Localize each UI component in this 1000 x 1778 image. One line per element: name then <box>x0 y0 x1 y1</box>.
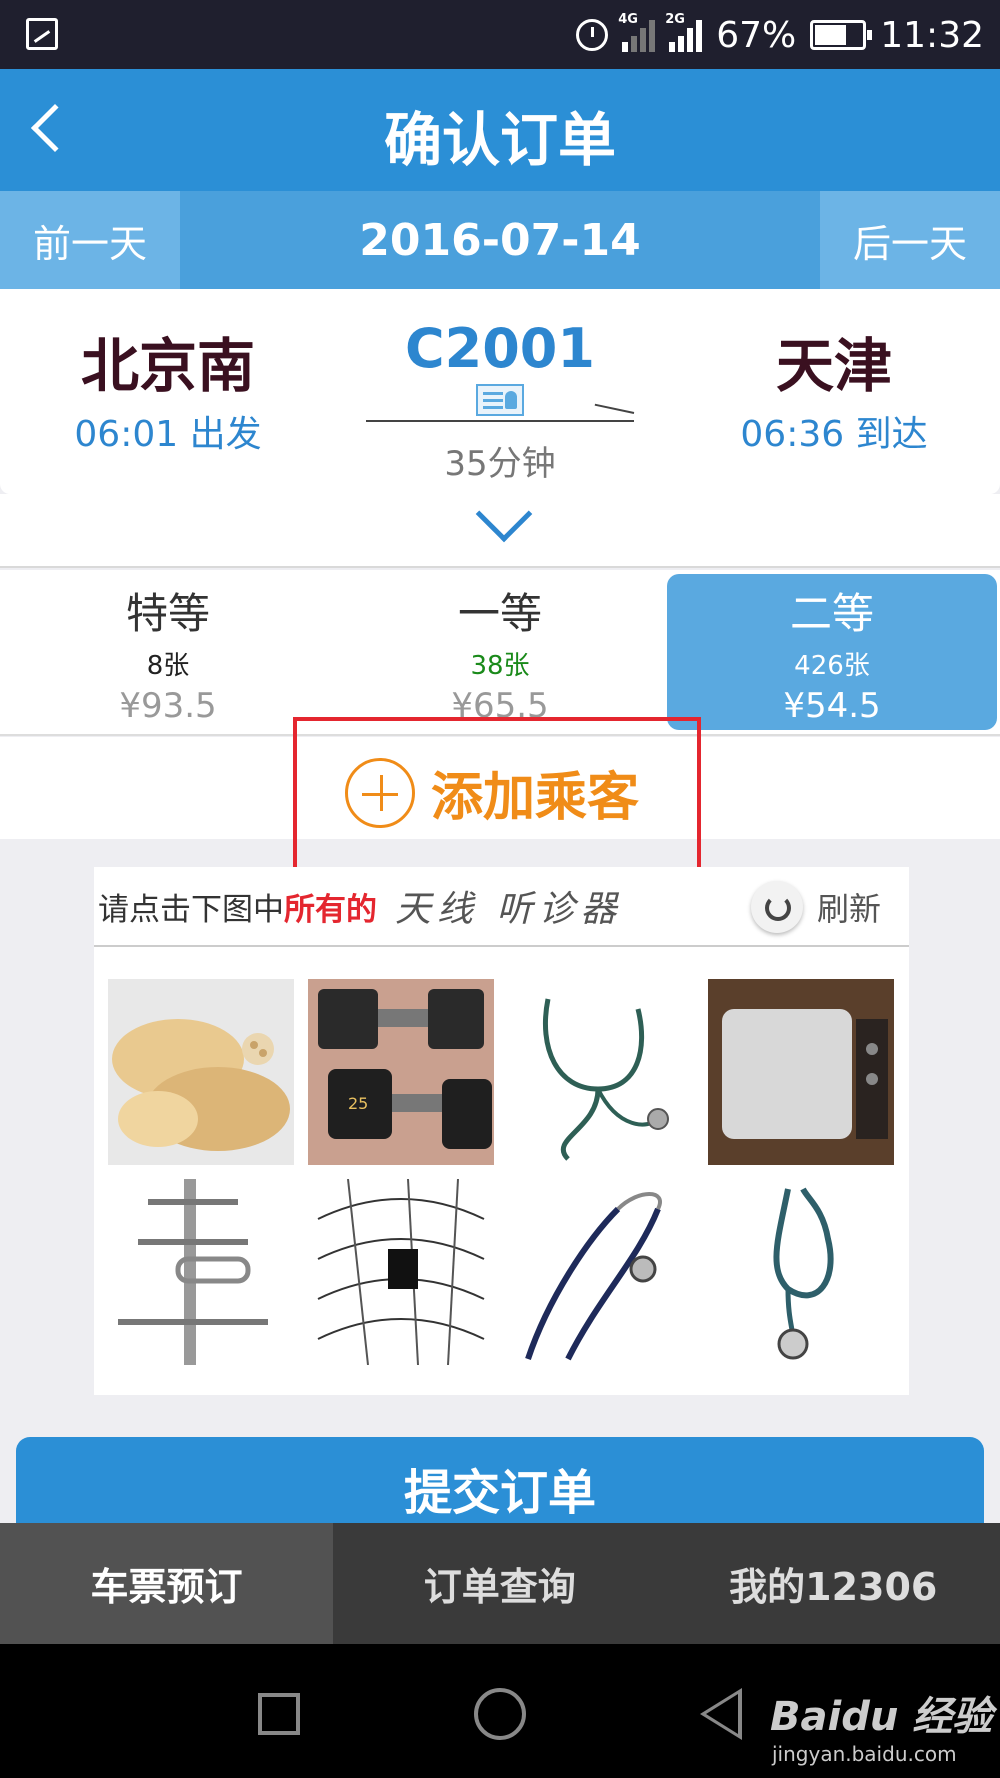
refresh-label: 刷新 <box>816 890 881 928</box>
bottom-tab-bar: 车票预订 订单查询 我的12306 <box>0 1523 1000 1644</box>
seat-option-premium[interactable]: 特等 8张 ¥93.5 <box>8 574 328 730</box>
watermark-main: Baidu 经验 <box>770 1694 993 1740</box>
submit-order-button[interactable]: 提交订单 <box>16 1437 984 1527</box>
system-back-icon[interactable] <box>700 1688 742 1740</box>
battery-icon <box>810 20 873 50</box>
train-info-card: 北京南 06:01 出发 C2001 35分钟 天津 06:36 到达 <box>0 289 1000 494</box>
signal-2g-icon: 2G <box>665 12 703 52</box>
captcha-tile-lotus-root[interactable] <box>108 979 294 1165</box>
seat-class-label: 特等 <box>125 589 210 638</box>
clock: 11:32 <box>880 14 984 56</box>
id-card-icon <box>476 384 524 416</box>
seat-option-second-selected[interactable]: 二等 426张 ¥54.5 <box>667 574 997 730</box>
svg-text:25: 25 <box>348 1094 368 1113</box>
battery-percent: 67% <box>716 14 797 56</box>
captcha-prompt: 请点击下图中所有的 <box>98 884 377 929</box>
tab-ticket-booking[interactable]: 车票预订 <box>0 1523 333 1644</box>
captcha-refresh-button[interactable]: 刷新 <box>750 881 881 933</box>
status-bar: 4G 2G 67% 11:32 <box>0 0 1000 69</box>
seat-class-label: 二等 <box>789 589 874 638</box>
recent-apps-icon[interactable] <box>258 1693 300 1735</box>
signal-4g-icon: 4G <box>618 12 656 52</box>
seat-count: 426张 <box>794 651 870 681</box>
departure-station: 北京南 06:01 出发 <box>18 319 318 457</box>
chevron-down-icon[interactable] <box>475 485 533 543</box>
train-summary: C2001 35分钟 <box>360 317 640 485</box>
seat-option-first[interactable]: 一等 38张 ¥65.5 <box>340 574 660 730</box>
seat-class-selector: 特等 8张 ¥93.5 一等 38张 ¥65.5 二等 426张 ¥54.5 <box>0 570 1000 736</box>
image-notification-icon <box>26 18 58 50</box>
travel-date[interactable]: 2016-07-14 <box>180 191 820 289</box>
departure-station-name: 北京南 <box>80 332 255 400</box>
captcha-header: 请点击下图中所有的 天线 听诊器 刷新 <box>94 867 909 947</box>
refresh-icon[interactable] <box>750 881 803 933</box>
arrival-time: 06:36 到达 <box>740 414 928 455</box>
arrival-station-name: 天津 <box>775 332 892 400</box>
seat-count: 8张 <box>146 651 190 681</box>
annotation-highlight-box <box>293 717 701 882</box>
seat-price: ¥93.5 <box>119 686 217 726</box>
seat-class-label: 一等 <box>457 589 542 638</box>
departure-time: 06:01 出发 <box>74 414 262 455</box>
expand-stops-area[interactable] <box>0 485 1000 568</box>
captcha-image-grid: 25 <box>108 979 898 1379</box>
date-bar: 前一天 2016-07-14 后一天 <box>0 191 1000 289</box>
captcha-prompt-prefix: 请点击下图中 <box>98 891 284 928</box>
alarm-icon <box>576 19 609 51</box>
page-title: 确认订单 <box>383 106 616 174</box>
travel-duration: 35分钟 <box>444 444 556 484</box>
home-icon[interactable] <box>474 1688 526 1740</box>
captcha-target-words: 天线 听诊器 <box>395 889 623 930</box>
captcha-tile-stethoscope[interactable] <box>508 1179 694 1365</box>
watermark-sub: jingyan.baidu.com <box>772 1742 957 1766</box>
captcha-tile-stethoscope[interactable] <box>708 1179 894 1365</box>
network-2g-label: 2G <box>665 12 685 27</box>
captcha-prompt-emphasis: 所有的 <box>284 891 377 928</box>
seat-price: ¥54.5 <box>783 686 881 726</box>
system-nav-bar: Baidu 经验 jingyan.baidu.com <box>0 1644 1000 1778</box>
route-arrow <box>366 420 634 422</box>
arrival-station: 天津 06:36 到达 <box>684 319 984 457</box>
tab-order-query[interactable]: 订单查询 <box>333 1523 667 1644</box>
next-day-button[interactable]: 后一天 <box>820 191 1000 289</box>
title-bar: 确认订单 <box>0 69 1000 191</box>
tab-my-12306[interactable]: 我的12306 <box>667 1523 1000 1644</box>
train-code[interactable]: C2001 <box>360 317 640 380</box>
seat-count: 38张 <box>470 651 530 681</box>
captcha-tile-dumbbells[interactable]: 25 <box>308 979 494 1165</box>
captcha-panel: 请点击下图中所有的 天线 听诊器 刷新 25 <box>94 867 909 1395</box>
baidu-watermark: Baidu 经验 jingyan.baidu.com <box>770 1684 992 1766</box>
network-4g-label: 4G <box>618 12 638 27</box>
status-right: 4G 2G 67% 11:32 <box>576 12 984 58</box>
captcha-tile-television[interactable] <box>708 979 894 1165</box>
captcha-tile-grid-antenna[interactable] <box>308 1179 494 1365</box>
captcha-tile-stethoscope[interactable] <box>508 979 694 1165</box>
prev-day-button[interactable]: 前一天 <box>0 191 180 289</box>
captcha-tile-antenna[interactable] <box>108 1179 294 1365</box>
